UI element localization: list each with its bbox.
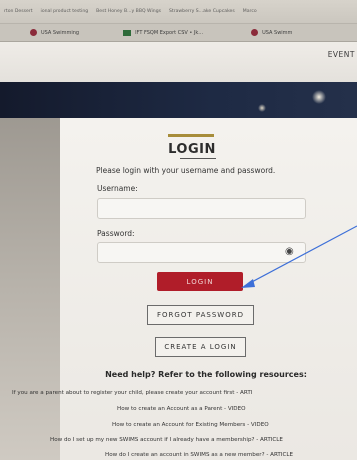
photo-of-screen: rton Dessert ional product testing Best …: [0, 0, 357, 460]
annotation-arrow-line: [247, 225, 357, 285]
annotation-arrow-head: [241, 279, 255, 288]
annotation-arrow: [241, 225, 357, 288]
